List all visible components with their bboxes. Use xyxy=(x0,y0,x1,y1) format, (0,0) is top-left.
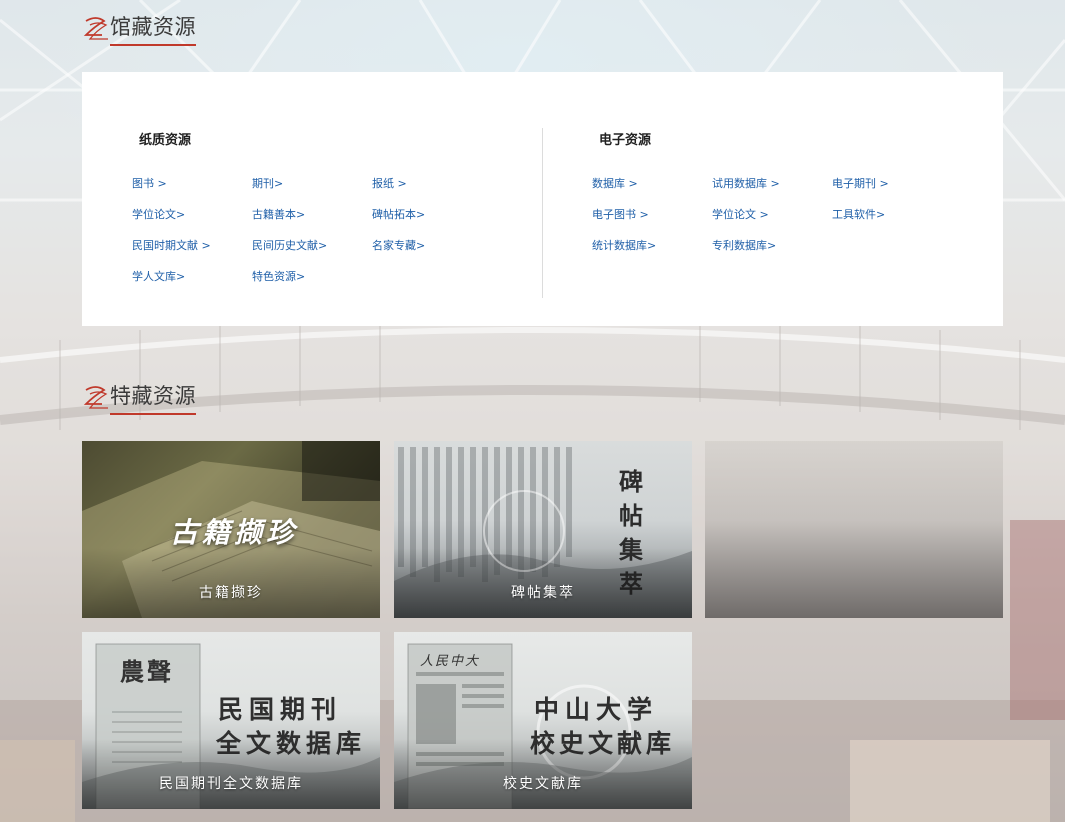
paper-row-3: 民国时期文献 > 民间历史文献> 名家专藏> xyxy=(132,237,532,268)
electronic-resources-heading: 电子资源 xyxy=(599,133,652,148)
resources-panel: 纸质资源 图书 > 期刊> 报纸 > 学位论文> 古籍善本> 碑帖拓本> 民国时… xyxy=(82,72,1003,326)
electronic-row-2: 电子图书 > 学位论文 > 工具软件> xyxy=(592,206,992,237)
section-title-special: 特藏资源 xyxy=(82,380,196,415)
link-famous-collections[interactable]: 名家专藏> xyxy=(372,237,425,253)
card-caption: 校史文献库 xyxy=(503,776,583,792)
card-caption: 民国期刊全文数据库 xyxy=(159,776,303,792)
title-underline xyxy=(110,44,196,46)
link-scholar-library[interactable]: 学人文库> xyxy=(132,268,185,284)
link-rare-books[interactable]: 古籍善本> xyxy=(252,206,305,222)
journal-masthead: 農聲 xyxy=(120,657,174,686)
link-databases[interactable]: 数据库 > xyxy=(592,175,638,191)
link-trial-databases[interactable]: 试用数据库 > xyxy=(712,175,780,191)
paper-resources-heading: 纸质资源 xyxy=(139,133,192,148)
card-banner-line1: 民国期刊 xyxy=(218,695,343,724)
special-title-label: 特藏资源 xyxy=(110,384,196,408)
section-title-text: 馆藏资源 xyxy=(110,11,196,46)
link-newspapers[interactable]: 报纸 > xyxy=(372,175,407,191)
paper-row-4: 学人文库> 特色资源> xyxy=(132,268,532,299)
card-banner-text: 古籍撷珍 xyxy=(170,516,299,549)
link-ejournals[interactable]: 电子期刊 > xyxy=(832,175,889,191)
link-ebooks[interactable]: 电子图书 > xyxy=(592,206,649,222)
paper-resources-column: 纸质资源 图书 > 期刊> 报纸 > 学位论文> 古籍善本> 碑帖拓本> 民国时… xyxy=(82,72,542,326)
card-banner-line1: 中山大学 xyxy=(534,695,659,724)
paper-row-1: 图书 > 期刊> 报纸 > xyxy=(132,175,532,206)
card-university-history[interactable]: 人民中大 中山大学 校史文献库 校史文献库 xyxy=(394,632,692,809)
link-special-resources[interactable]: 特色资源> xyxy=(252,268,305,284)
link-statistics-databases[interactable]: 统计数据库> xyxy=(592,237,656,253)
link-republican-documents[interactable]: 民国时期文献 > xyxy=(132,237,211,253)
title-underline xyxy=(110,413,196,415)
card-rubbings[interactable]: 碑 帖 集 萃 碑帖集萃 xyxy=(394,441,692,618)
card-ancient-books[interactable]: 古籍撷珍 古籍撷珍 xyxy=(82,441,380,618)
link-patent-databases[interactable]: 专利数据库> xyxy=(712,237,776,253)
section-title-text: 特藏资源 xyxy=(110,380,196,415)
banner-char: 帖 xyxy=(619,501,643,530)
electronic-resources-column: 电子资源 数据库 > 试用数据库 > 电子期刊 > 电子图书 > 学位论文 > … xyxy=(543,72,1003,326)
card-caption: 古籍撷珍 xyxy=(199,585,263,601)
card-republican-journals[interactable]: 農聲 民国期刊 全文数据库 民国期刊全文数据库 xyxy=(82,632,380,809)
newspaper-masthead: 人民中大 xyxy=(420,654,481,669)
section-title-holdings: 馆藏资源 xyxy=(82,11,196,46)
swirl-logo-icon xyxy=(83,386,108,409)
card-caption: 碑帖集萃 xyxy=(511,585,575,601)
electronic-row-1: 数据库 > 试用数据库 > 电子期刊 > xyxy=(592,175,992,206)
link-tools-software[interactable]: 工具软件> xyxy=(832,206,885,222)
paper-row-2: 学位论文> 古籍善本> 碑帖拓本> xyxy=(132,206,532,237)
banner-char: 碑 xyxy=(619,467,643,496)
card-placeholder[interactable] xyxy=(705,441,1003,618)
swirl-logo-icon xyxy=(83,17,108,40)
paper-resources-links: 图书 > 期刊> 报纸 > 学位论文> 古籍善本> 碑帖拓本> 民国时期文献 >… xyxy=(132,175,532,299)
link-folk-history-documents[interactable]: 民间历史文献> xyxy=(252,237,327,253)
link-journals[interactable]: 期刊> xyxy=(252,175,283,191)
electronic-row-3: 统计数据库> 专利数据库> xyxy=(592,237,992,268)
link-theses[interactable]: 学位论文> xyxy=(132,206,185,222)
link-books[interactable]: 图书 > xyxy=(132,175,167,191)
link-rubbings[interactable]: 碑帖拓本> xyxy=(372,206,425,222)
holdings-title-label: 馆藏资源 xyxy=(110,15,196,39)
link-e-theses[interactable]: 学位论文 > xyxy=(712,206,769,222)
electronic-resources-links: 数据库 > 试用数据库 > 电子期刊 > 电子图书 > 学位论文 > 工具软件>… xyxy=(592,175,992,268)
